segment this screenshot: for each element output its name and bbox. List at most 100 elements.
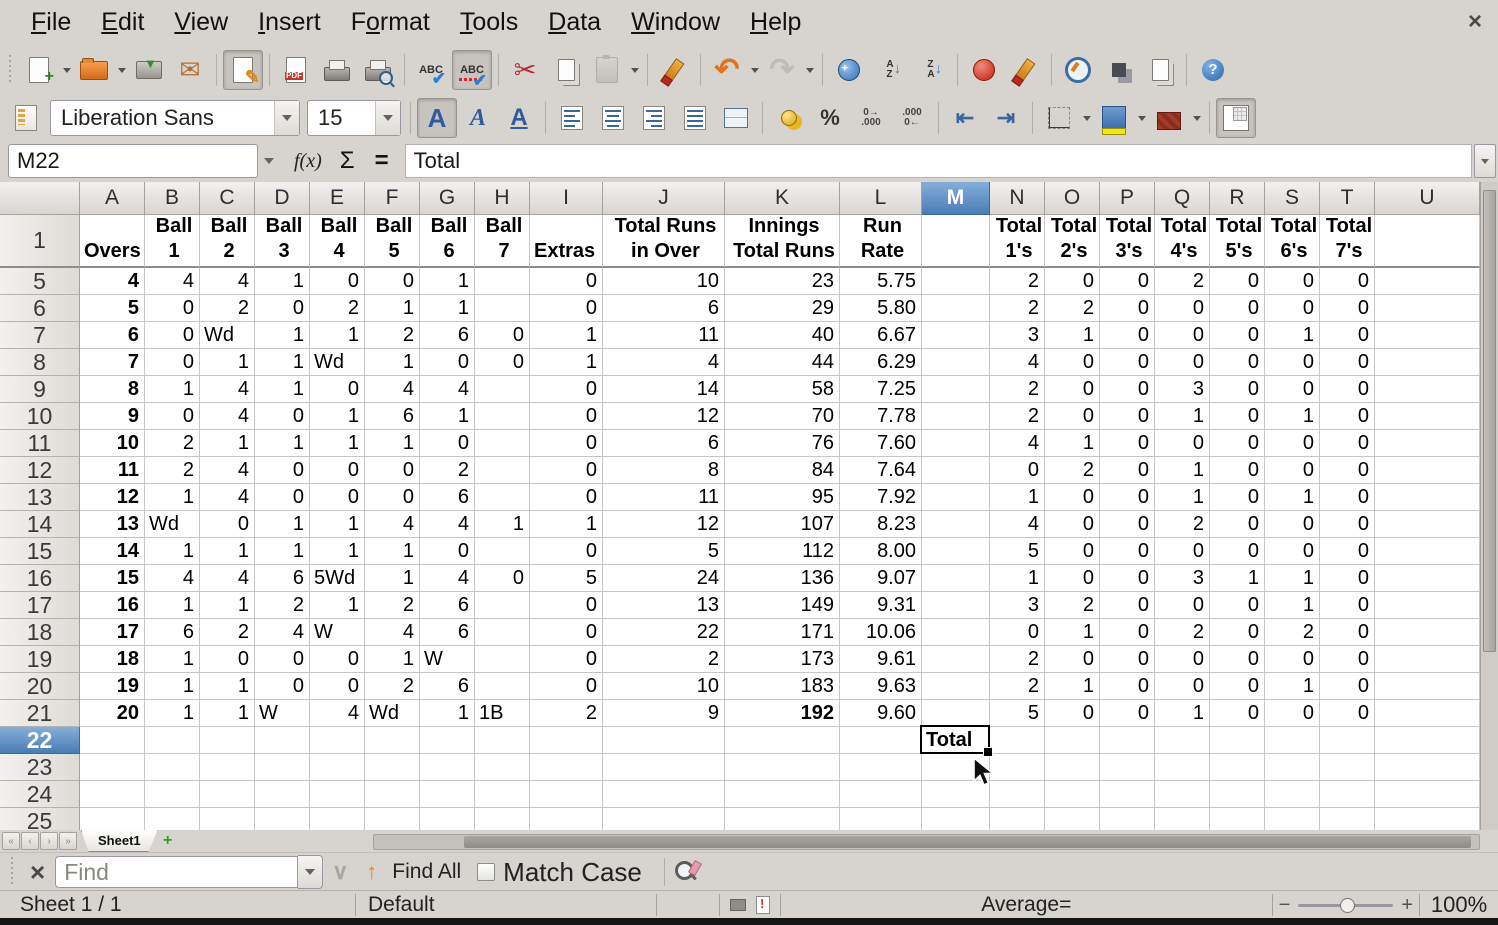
cell-L5[interactable]: 5.75 (840, 268, 922, 295)
menu-view[interactable]: View (159, 4, 243, 41)
cell-L11[interactable]: 7.60 (840, 430, 922, 457)
cell-P20[interactable]: 0 (1100, 673, 1155, 700)
cell-J24[interactable] (603, 781, 725, 808)
row-header-19[interactable]: 19 (0, 646, 80, 673)
cell-U9[interactable] (1375, 376, 1480, 403)
cell-G19[interactable]: W (420, 646, 475, 673)
cell-U11[interactable] (1375, 430, 1480, 457)
cell-D5[interactable]: 1 (255, 268, 310, 295)
cell-L6[interactable]: 5.80 (840, 295, 922, 322)
cell-D21[interactable]: W (255, 700, 310, 727)
cell-A6[interactable]: 5 (80, 295, 145, 322)
column-header-S[interactable]: S (1265, 182, 1320, 215)
zoom-slider[interactable] (1298, 897, 1394, 913)
cell-C5[interactable]: 4 (200, 268, 255, 295)
cell-H6[interactable] (475, 295, 530, 322)
cell-N8[interactable]: 4 (990, 349, 1045, 376)
cell-N18[interactable]: 0 (990, 619, 1045, 646)
currency-icon[interactable] (769, 98, 809, 138)
column-header-B[interactable]: B (145, 182, 200, 215)
cell-M22[interactable]: Total (922, 727, 990, 754)
cell-Q12[interactable]: 1 (1155, 457, 1210, 484)
cell-A10[interactable]: 9 (80, 403, 145, 430)
column-header-R[interactable]: R (1210, 182, 1265, 215)
cell-O20[interactable]: 1 (1045, 673, 1100, 700)
cell-H24[interactable] (475, 781, 530, 808)
cell-T9[interactable]: 0 (1320, 376, 1375, 403)
cell-T24[interactable] (1320, 781, 1375, 808)
navigator-icon[interactable] (1058, 50, 1098, 90)
cell-R20[interactable]: 0 (1210, 673, 1265, 700)
cell-C21[interactable]: 1 (200, 700, 255, 727)
cell-I13[interactable]: 0 (530, 484, 603, 511)
cell-K21[interactable]: 192 (725, 700, 840, 727)
cell-D17[interactable]: 2 (255, 592, 310, 619)
menu-insert[interactable]: Insert (243, 4, 336, 41)
cell-J19[interactable]: 2 (603, 646, 725, 673)
cell-B24[interactable] (145, 781, 200, 808)
find-next-icon[interactable]: ∨ (323, 859, 357, 885)
cell-M12[interactable] (922, 457, 990, 484)
auto-spellcheck-icon[interactable]: ABC ✔ (452, 50, 492, 90)
cell-E17[interactable]: 1 (310, 592, 365, 619)
cell-M10[interactable] (922, 403, 990, 430)
cell-S8[interactable]: 0 (1265, 349, 1320, 376)
cell-F20[interactable]: 2 (365, 673, 420, 700)
cell-P5[interactable]: 0 (1100, 268, 1155, 295)
equals-icon[interactable]: = (375, 147, 389, 175)
cell-O22[interactable] (1045, 727, 1100, 754)
cell-K13[interactable]: 95 (725, 484, 840, 511)
undo-icon[interactable]: ↶ (707, 50, 747, 90)
next-sheet-icon[interactable]: › (40, 832, 58, 850)
cell-P1[interactable]: Total 3's (1100, 215, 1155, 268)
cell-T18[interactable]: 0 (1320, 619, 1375, 646)
cell-F22[interactable] (365, 727, 420, 754)
formula-input[interactable]: Total (404, 144, 1472, 178)
align-right-icon[interactable] (634, 98, 674, 138)
cell-U16[interactable] (1375, 565, 1480, 592)
name-box-dropdown-icon[interactable] (258, 145, 280, 177)
new-document-icon[interactable]: + (19, 50, 59, 90)
cell-E16[interactable]: 5Wd (310, 565, 365, 592)
cell-N13[interactable]: 1 (990, 484, 1045, 511)
cell-C17[interactable]: 1 (200, 592, 255, 619)
cell-R12[interactable]: 0 (1210, 457, 1265, 484)
cell-A5[interactable]: 4 (80, 268, 145, 295)
open-icon[interactable] (74, 50, 114, 90)
cell-E12[interactable]: 0 (310, 457, 365, 484)
cell-N9[interactable]: 2 (990, 376, 1045, 403)
cell-R8[interactable]: 0 (1210, 349, 1265, 376)
cell-K1[interactable]: Innings Total Runs (725, 215, 840, 268)
cell-A9[interactable]: 8 (80, 376, 145, 403)
cell-J12[interactable]: 8 (603, 457, 725, 484)
cell-E25[interactable] (310, 808, 365, 830)
cell-G21[interactable]: 1 (420, 700, 475, 727)
cell-E15[interactable]: 1 (310, 538, 365, 565)
cell-C19[interactable]: 0 (200, 646, 255, 673)
row-header-25[interactable]: 25 (0, 808, 80, 830)
delete-decimal-icon[interactable]: .000 0← (892, 98, 932, 138)
cell-N16[interactable]: 1 (990, 565, 1045, 592)
column-header-E[interactable]: E (310, 182, 365, 215)
styles-icon[interactable] (1099, 50, 1139, 90)
cell-K17[interactable]: 149 (725, 592, 840, 619)
find-input[interactable] (55, 856, 299, 888)
cell-S7[interactable]: 1 (1265, 322, 1320, 349)
cell-A17[interactable]: 16 (80, 592, 145, 619)
cell-P8[interactable]: 0 (1100, 349, 1155, 376)
cell-A11[interactable]: 10 (80, 430, 145, 457)
cell-A20[interactable]: 19 (80, 673, 145, 700)
cell-S18[interactable]: 2 (1265, 619, 1320, 646)
horizontal-scrollbar[interactable] (372, 834, 1480, 850)
cell-D7[interactable]: 1 (255, 322, 310, 349)
cell-J10[interactable]: 12 (603, 403, 725, 430)
row-header-11[interactable]: 11 (0, 430, 80, 457)
data-sources-icon[interactable] (1140, 50, 1180, 90)
cell-K22[interactable] (725, 727, 840, 754)
cell-C14[interactable]: 0 (200, 511, 255, 538)
cell-T15[interactable]: 0 (1320, 538, 1375, 565)
cell-T16[interactable]: 0 (1320, 565, 1375, 592)
cell-H8[interactable]: 0 (475, 349, 530, 376)
cell-C10[interactable]: 4 (200, 403, 255, 430)
cell-I24[interactable] (530, 781, 603, 808)
